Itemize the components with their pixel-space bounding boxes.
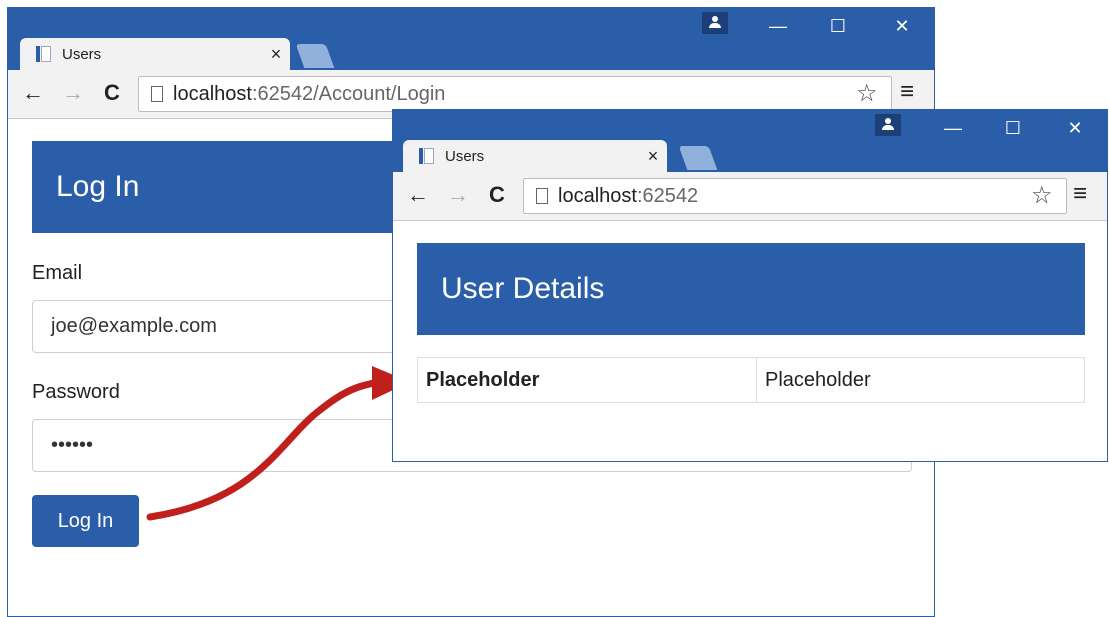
bookmark-star-icon[interactable]: ☆ [856, 79, 878, 108]
forward-icon[interactable]: → [62, 80, 84, 106]
email-label: Email [32, 262, 83, 284]
close-tab-icon[interactable]: × [262, 44, 290, 65]
front-page-content: User Details Placeholder Placeholder [393, 221, 1107, 461]
maximize-icon[interactable]: ☐ [993, 118, 1033, 139]
table-value-cell: Placeholder [756, 357, 1085, 403]
back-titlebar: Users × — ☐ ✕ [8, 8, 934, 70]
forward-icon[interactable]: → [447, 182, 469, 208]
menu-icon[interactable]: ≡ [900, 78, 914, 106]
page-icon [151, 86, 163, 102]
front-tab[interactable]: Users × [403, 140, 667, 172]
url-path: :62542 [636, 184, 699, 207]
address-bar[interactable]: localhost:62542/Account/Login [138, 76, 892, 112]
front-toolbar: ← → C localhost:62542 ☆ ≡ [393, 172, 1107, 221]
tab-title: Users [62, 45, 102, 63]
reload-icon[interactable]: C [489, 182, 505, 208]
password-label: Password [32, 381, 120, 403]
maximize-icon[interactable]: ☐ [818, 16, 858, 37]
front-browser-window: Users × — ☐ ✕ ← → C localhost:62542 ☆ ≡ … [392, 109, 1108, 462]
url-host: localhost [173, 82, 252, 105]
new-tab-button[interactable] [295, 44, 335, 68]
address-bar[interactable]: localhost:62542 [523, 178, 1067, 214]
table-key-cell: Placeholder [417, 357, 757, 403]
close-tab-icon[interactable]: × [639, 146, 667, 167]
close-window-icon[interactable]: ✕ [882, 16, 922, 37]
back-icon[interactable]: ← [22, 80, 44, 106]
reload-icon[interactable]: C [104, 80, 120, 106]
new-tab-button[interactable] [678, 146, 718, 170]
page-title: User Details [417, 243, 1085, 335]
minimize-icon[interactable]: — [758, 16, 798, 37]
back-tab[interactable]: Users × [20, 38, 290, 70]
menu-icon[interactable]: ≡ [1073, 180, 1087, 208]
profile-icon[interactable] [875, 114, 901, 136]
minimize-icon[interactable]: — [933, 118, 973, 139]
page-icon [36, 45, 52, 63]
details-table: Placeholder Placeholder [417, 357, 1085, 403]
profile-icon[interactable] [702, 12, 728, 34]
table-row: Placeholder Placeholder [417, 357, 1085, 403]
page-icon [536, 188, 548, 204]
close-window-icon[interactable]: ✕ [1055, 118, 1095, 139]
tab-title: Users [445, 147, 485, 165]
bookmark-star-icon[interactable]: ☆ [1031, 181, 1053, 210]
login-button[interactable]: Log In [32, 495, 139, 547]
url-path: :62542/Account/Login [251, 82, 446, 105]
front-titlebar: Users × — ☐ ✕ [393, 110, 1107, 172]
back-icon[interactable]: ← [407, 182, 429, 208]
page-icon [419, 147, 435, 165]
url-host: localhost [558, 184, 637, 207]
